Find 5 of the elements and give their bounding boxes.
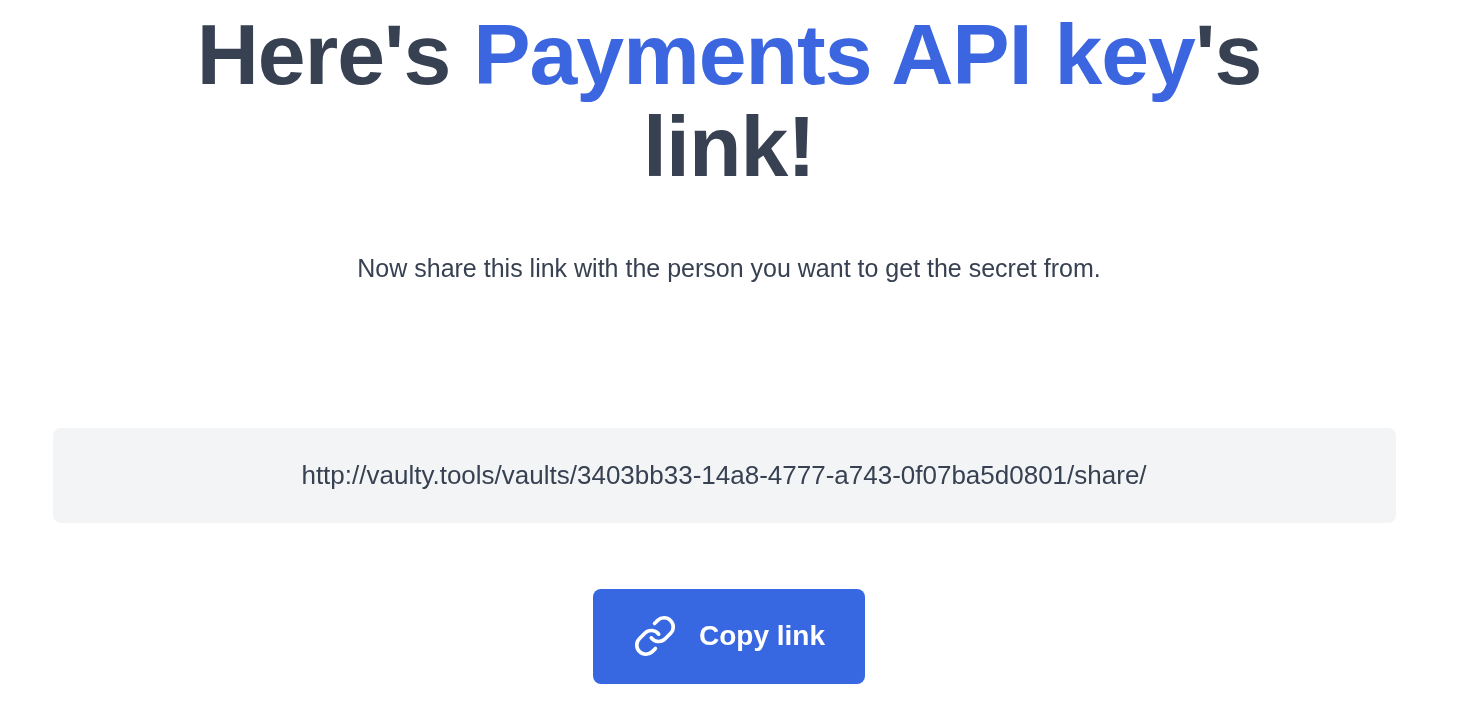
subtitle: Now share this link with the person you want to get the secret from. (357, 253, 1101, 284)
link-icon (633, 614, 677, 658)
copy-link-button[interactable]: Copy link (593, 588, 865, 684)
share-link-field[interactable]: http://vaulty.tools/vaults/3403bb33-14a8-4777-a743-0f07ba5d0801/share/ (52, 427, 1396, 523)
page-heading: Here's Payments API key's link! (195, 8, 1263, 192)
